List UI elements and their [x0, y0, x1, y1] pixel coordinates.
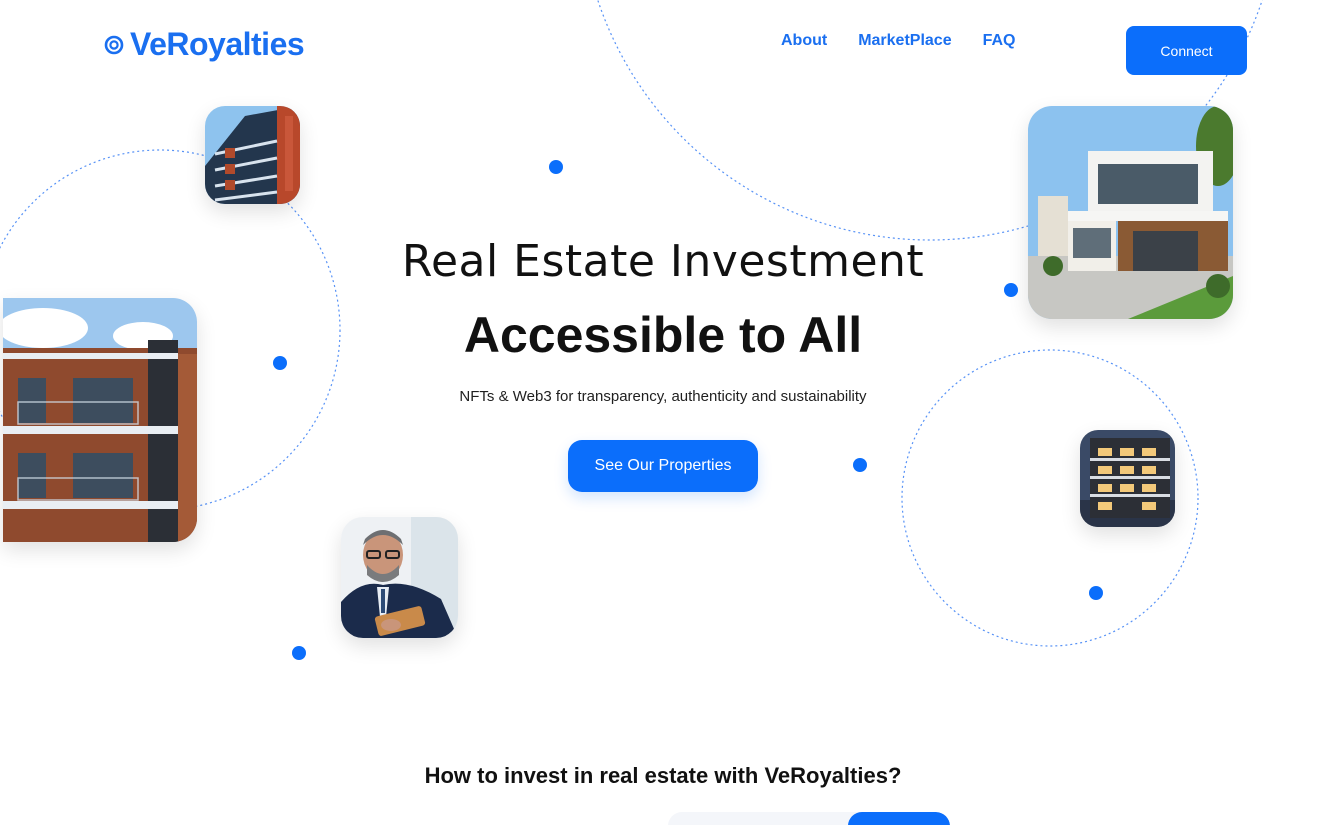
decorative-dot [273, 356, 287, 370]
modern-house-photo [1028, 106, 1233, 319]
see-properties-button[interactable]: See Our Properties [568, 440, 758, 492]
brand-name: VeRoyalties [130, 26, 305, 62]
landing-page: VeRoyalties About MarketPlace FAQ Connec… [0, 0, 1326, 825]
decorative-dot [549, 160, 563, 174]
decorative-dot [1089, 586, 1103, 600]
ring-logo-icon [104, 35, 124, 54]
brick-apartment-building-photo [3, 298, 197, 542]
connect-button[interactable]: Connect [1126, 26, 1247, 75]
night-apartment-building-photo [1080, 430, 1175, 527]
businessman-with-tablet-photo [341, 517, 458, 638]
nav-link-marketplace[interactable]: MarketPlace [858, 32, 951, 50]
nav-link-faq[interactable]: FAQ [983, 32, 1016, 50]
decorative-dot [853, 458, 867, 472]
investor-type-toggle[interactable] [668, 812, 950, 825]
how-to-invest-title: How to invest in real estate with VeRoya… [424, 763, 902, 788]
brand-logo[interactable]: VeRoyalties [104, 26, 305, 63]
decorative-dot [292, 646, 306, 660]
main-nav: About MarketPlace FAQ [781, 32, 1015, 50]
decorative-dot [1004, 283, 1018, 297]
hero-description: NFTs & Web3 for transparency, authentici… [459, 388, 867, 405]
nav-link-about[interactable]: About [781, 32, 827, 50]
apartment-balconies-photo [205, 106, 300, 204]
toggle-active-option[interactable] [848, 812, 950, 825]
